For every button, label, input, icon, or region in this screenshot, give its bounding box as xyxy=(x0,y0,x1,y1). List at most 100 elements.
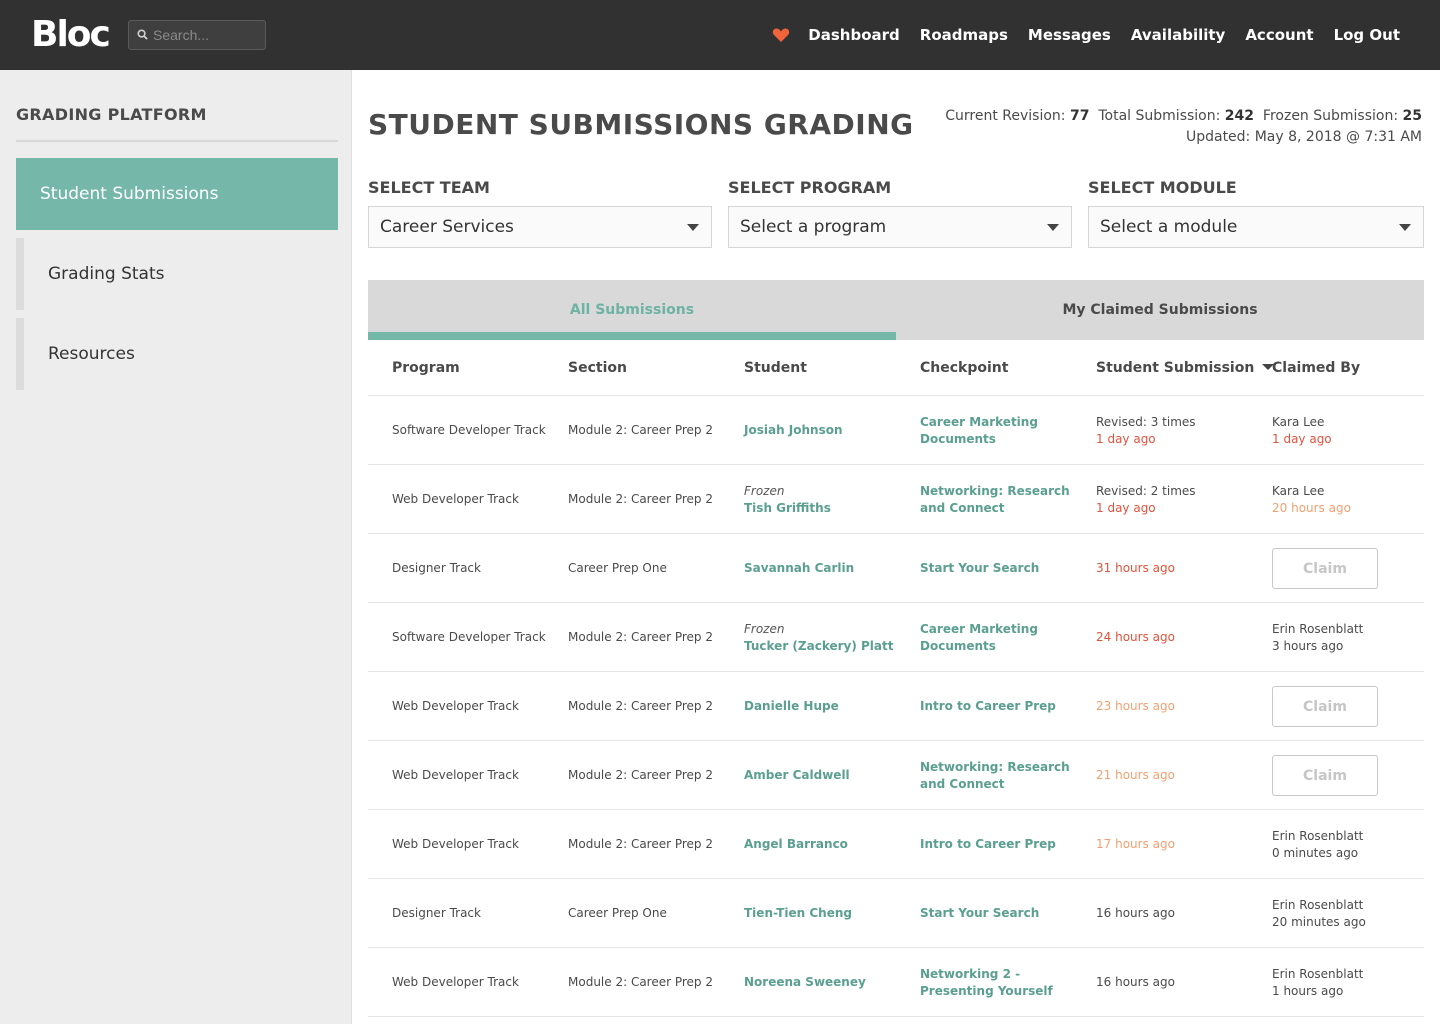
checkpoint-cell: Start Your Search xyxy=(920,534,1070,603)
student-link[interactable]: Tucker (Zackery) Platt xyxy=(744,638,914,655)
search-box[interactable] xyxy=(128,20,266,50)
sidebar-item-grading-stats[interactable]: Grading Stats xyxy=(16,238,338,310)
claim-button[interactable]: Claim xyxy=(1272,548,1378,589)
submission-cell: 16 hours ago xyxy=(1096,948,1266,1017)
claimer-name: Kara Lee xyxy=(1272,483,1325,498)
claimed-by-cell: Claim xyxy=(1272,534,1422,603)
top-navbar: Bloc Dashboard Roadmaps Messages Availab… xyxy=(0,0,1440,70)
submission-tabs: All Submissions My Claimed Submissions xyxy=(368,280,1424,340)
checkpoint-link[interactable]: Intro to Career Prep xyxy=(920,836,1070,853)
section-text: Module 2: Career Prep 2 xyxy=(568,630,714,644)
section-text: Module 2: Career Prep 2 xyxy=(568,975,714,989)
nav-roadmaps[interactable]: Roadmaps xyxy=(920,26,1008,44)
column-header-claimed-by[interactable]: Claimed By xyxy=(1272,360,1360,376)
section-cell: Module 2: Career Prep 2 xyxy=(568,603,738,672)
column-header-student-submission[interactable]: Student Submission xyxy=(1096,360,1275,376)
checkpoint-link[interactable]: Start Your Search xyxy=(920,560,1070,577)
updated-timestamp: Updated: May 8, 2018 @ 7:31 AM xyxy=(1185,129,1422,145)
column-header-program[interactable]: Program xyxy=(392,360,460,376)
claim-time: 1 day ago xyxy=(1272,431,1332,446)
section-cell: Module 2: Career Prep 2 xyxy=(568,465,738,534)
search-icon xyxy=(137,29,148,40)
program-text: Web Developer Track xyxy=(392,975,519,989)
program-select[interactable]: Select a program xyxy=(728,206,1072,248)
table-row: Web Developer Track Module 2: Career Pre… xyxy=(368,948,1424,1017)
checkpoint-cell: Networking 2 - Presenting Yourself xyxy=(920,948,1070,1017)
student-cell: Amber Caldwell xyxy=(744,741,914,810)
submission-stats: Current Revision: 77 Total Submission: 2… xyxy=(945,106,1422,148)
bloc-logo[interactable]: Bloc xyxy=(31,14,111,55)
checkpoint-link[interactable]: Networking: Research and Connect xyxy=(920,759,1070,793)
checkpoint-cell: Networking: Research and Connect xyxy=(920,465,1070,534)
checkpoint-link[interactable]: Career Marketing Documents xyxy=(920,621,1070,655)
submission-time: 24 hours ago xyxy=(1096,630,1175,644)
team-select[interactable]: Career Services xyxy=(368,206,712,248)
heart-icon[interactable] xyxy=(772,27,790,43)
frozen-label: Frozen xyxy=(744,483,785,498)
program-cell: Web Developer Track xyxy=(392,672,562,741)
frozen-label: Frozen Submission: xyxy=(1262,108,1399,124)
checkpoint-link[interactable]: Networking 2 - Presenting Yourself xyxy=(920,966,1070,1000)
nav-availability[interactable]: Availability xyxy=(1131,26,1226,44)
checkpoint-link[interactable]: Start Your Search xyxy=(920,905,1070,922)
column-header-checkpoint[interactable]: Checkpoint xyxy=(920,360,1008,376)
tab-all-submissions[interactable]: All Submissions xyxy=(368,280,896,340)
table-row: Designer Track Career Prep One Savannah … xyxy=(368,534,1424,603)
nav-messages[interactable]: Messages xyxy=(1028,26,1111,44)
program-cell: Software Developer Track xyxy=(392,603,562,672)
nav-account[interactable]: Account xyxy=(1245,26,1313,44)
nav-dashboard[interactable]: Dashboard xyxy=(808,26,899,44)
nav-log-out[interactable]: Log Out xyxy=(1334,26,1400,44)
revision-note: Revised: 3 times xyxy=(1096,414,1196,429)
submission-time: 16 hours ago xyxy=(1096,906,1175,920)
student-link[interactable]: Tish Griffiths xyxy=(744,500,914,517)
section-text: Career Prep One xyxy=(568,561,667,575)
submission-cell: 23 hours ago xyxy=(1096,672,1266,741)
frozen-value: 25 xyxy=(1402,108,1422,124)
student-cell: Danielle Hupe xyxy=(744,672,914,741)
module-select[interactable]: Select a module xyxy=(1088,206,1424,248)
submission-cell: 24 hours ago xyxy=(1096,603,1266,672)
section-text: Module 2: Career Prep 2 xyxy=(568,768,714,782)
claim-button[interactable]: Claim xyxy=(1272,686,1378,727)
student-cell: Savannah Carlin xyxy=(744,534,914,603)
column-header-section[interactable]: Section xyxy=(568,360,627,376)
claimed-by-cell: Claim xyxy=(1272,741,1422,810)
student-link[interactable]: Angel Barranco xyxy=(744,836,914,853)
checkpoint-link[interactable]: Intro to Career Prep xyxy=(920,698,1070,715)
submission-cell: Revised: 3 times 1 day ago xyxy=(1096,396,1266,465)
student-link[interactable]: Noreena Sweeney xyxy=(744,974,914,991)
checkpoint-cell: Career Marketing Documents xyxy=(920,396,1070,465)
program-text: Software Developer Track xyxy=(392,630,546,644)
program-filter-label: SELECT PROGRAM xyxy=(728,178,892,197)
submission-cell: 31 hours ago xyxy=(1096,534,1266,603)
module-select-value: Select a module xyxy=(1100,217,1238,237)
submission-cell: 21 hours ago xyxy=(1096,741,1266,810)
student-cell: Angel Barranco xyxy=(744,810,914,879)
checkpoint-link[interactable]: Networking: Research and Connect xyxy=(920,483,1070,517)
sidebar: GRADING PLATFORM Student Submissions Gra… xyxy=(0,70,352,1024)
sidebar-item-resources[interactable]: Resources xyxy=(16,318,338,390)
student-link[interactable]: Amber Caldwell xyxy=(744,767,914,784)
student-link[interactable]: Tien-Tien Cheng xyxy=(744,905,914,922)
tab-my-claimed-submissions[interactable]: My Claimed Submissions xyxy=(896,280,1424,340)
table-row: Software Developer Track Module 2: Caree… xyxy=(368,603,1424,672)
search-input[interactable] xyxy=(153,25,261,45)
sidebar-item-student-submissions[interactable]: Student Submissions xyxy=(16,158,338,230)
section-cell: Module 2: Career Prep 2 xyxy=(568,948,738,1017)
student-link[interactable]: Danielle Hupe xyxy=(744,698,914,715)
program-cell: Designer Track xyxy=(392,879,562,948)
student-link[interactable]: Savannah Carlin xyxy=(744,560,914,577)
claim-time: 0 minutes ago xyxy=(1272,845,1359,860)
submission-time: 16 hours ago xyxy=(1096,975,1175,989)
checkpoint-cell: Start Your Search xyxy=(920,879,1070,948)
student-link[interactable]: Josiah Johnson xyxy=(744,422,914,439)
column-header-student[interactable]: Student xyxy=(744,360,807,376)
section-cell: Module 2: Career Prep 2 xyxy=(568,672,738,741)
submission-cell: 16 hours ago xyxy=(1096,879,1266,948)
checkpoint-link[interactable]: Career Marketing Documents xyxy=(920,414,1070,448)
claim-button[interactable]: Claim xyxy=(1272,755,1378,796)
total-value: 242 xyxy=(1224,108,1255,124)
claim-time: 3 hours ago xyxy=(1272,638,1344,653)
revision-note: Revised: 2 times xyxy=(1096,483,1196,498)
